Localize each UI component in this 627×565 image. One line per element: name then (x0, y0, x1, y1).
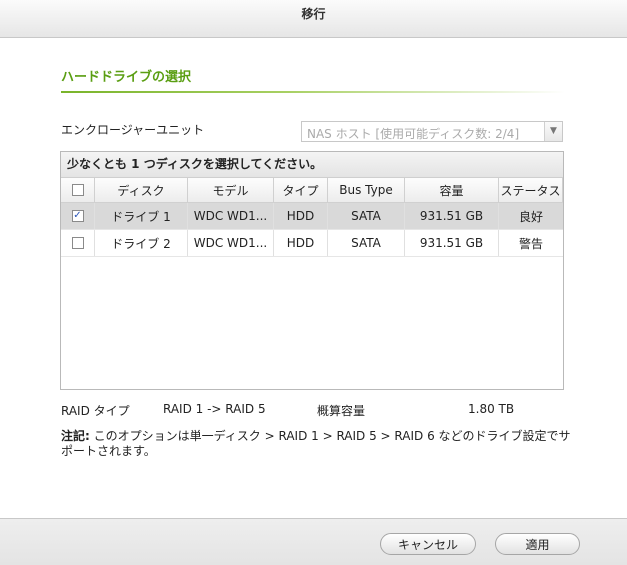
cell-disk: ドライブ 1 (95, 203, 188, 229)
note-label: 注記: (61, 429, 90, 443)
select-all-cell (61, 178, 95, 202)
cell-type: HDD (274, 203, 328, 229)
enclosure-select-value: NAS ホスト [使用可能ディスク数: 2/4] (307, 127, 520, 141)
cell-bus-type: SATA (328, 230, 405, 256)
column-header-disk[interactable]: ディスク (95, 178, 188, 202)
cell-status: 良好 (518, 209, 543, 224)
column-header-type[interactable]: タイプ (274, 178, 328, 202)
select-all-checkbox[interactable] (71, 184, 84, 196)
disk-table-instruction: 少なくとも 1 つディスクを選択してください。 (61, 152, 563, 178)
cell-capacity: 931.51 GB (405, 230, 499, 256)
cell-bus-type: SATA (328, 203, 405, 229)
cell-model: WDC WD1... (188, 230, 274, 256)
column-header-model[interactable]: モデル (188, 178, 274, 202)
section-title: ハードドライブの選択 (61, 70, 192, 85)
dialog-title: 移行 (301, 7, 326, 21)
chevron-down-icon[interactable]: ▼ (544, 122, 562, 141)
cell-capacity: 931.51 GB (405, 203, 499, 229)
note: 注記: このオプションは単一ディスク > RAID 1 > RAID 5 > R… (61, 429, 571, 459)
table-row[interactable]: ドライブ 2 WDC WD1... HDD SATA 931.51 GB 警告 (61, 230, 563, 257)
column-header-status[interactable]: ステータス (499, 178, 563, 202)
enclosure-select[interactable]: NAS ホスト [使用可能ディスク数: 2/4] ▼ (301, 121, 563, 142)
cell-status: 警告 (518, 236, 543, 251)
table-row[interactable]: ✓ ドライブ 1 WDC WD1... HDD SATA 931.51 GB 良… (61, 203, 563, 230)
disk-table: 少なくとも 1 つディスクを選択してください。 ディスク モデル タイプ Bus… (60, 151, 564, 390)
column-header-capacity[interactable]: 容量 (405, 178, 499, 202)
estimated-capacity-label: 概算容量 (317, 404, 366, 418)
row-checkbox[interactable] (71, 237, 84, 249)
section-divider (61, 91, 565, 93)
raid-type-value: RAID 1 -> RAID 5 (163, 402, 266, 416)
cell-type: HDD (274, 230, 328, 256)
cancel-button[interactable]: キャンセル (380, 533, 476, 555)
dialog-footer: キャンセル 適用 (0, 518, 627, 565)
table-header: ディスク モデル タイプ Bus Type 容量 ステータス (61, 178, 563, 203)
row-checkbox[interactable]: ✓ (71, 210, 84, 222)
raid-type-label: RAID タイプ (61, 404, 130, 418)
row-select-cell (61, 230, 95, 256)
row-select-cell: ✓ (61, 203, 95, 229)
estimated-capacity-value: 1.80 TB (468, 402, 515, 416)
column-header-bus-type[interactable]: Bus Type (328, 178, 405, 202)
cell-model: WDC WD1... (188, 203, 274, 229)
enclosure-label: エンクロージャーユニット (61, 123, 205, 137)
cell-disk: ドライブ 2 (95, 230, 188, 256)
dialog-titlebar: 移行 (0, 0, 627, 38)
note-text: このオプションは単一ディスク > RAID 1 > RAID 5 > RAID … (61, 429, 571, 458)
apply-button[interactable]: 適用 (495, 533, 580, 555)
